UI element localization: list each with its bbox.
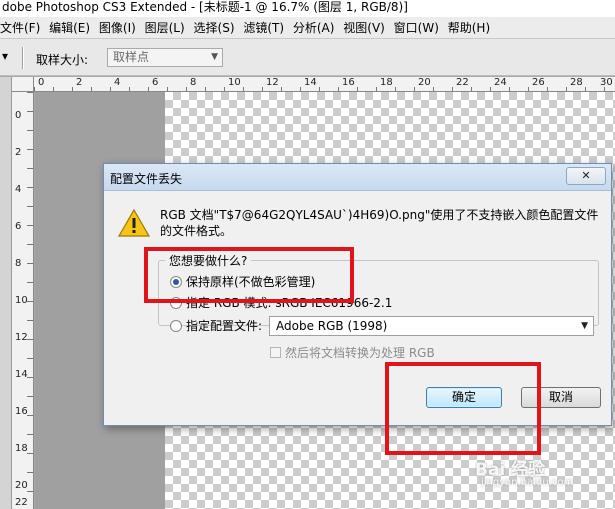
ruler-left-tick: 8 [15,258,22,269]
ruler-top-tick: 0 [38,77,45,88]
menu-edit[interactable]: 编辑(E) [47,17,93,38]
window-title: dobe Photoshop CS3 Extended - [未标题-1 @ 1… [0,0,615,17]
convert-checkbox[interactable]: 然后将文档转换为处理 RGB [270,344,435,361]
dialog-titlebar[interactable]: 配置文件丢失 ✕ [104,164,611,191]
ruler-left-tick: 0 [15,110,22,121]
radio-assign-profile[interactable]: 指定配置文件: [170,318,262,334]
profile-select[interactable]: Adobe RGB (1998) ▼ [269,316,594,336]
ruler-corner [12,77,34,92]
tools-panel[interactable] [0,77,12,509]
menu-help[interactable]: 帮助(H) [446,17,493,38]
ruler-left-tick: 10 [15,295,28,306]
highlight-box-ok-button [385,362,541,455]
tool-preset-picker[interactable]: ▾ [2,49,8,63]
dialog-message: RGB 文档"T$7@64G2QYL4SAU`)4H69)O.png"使用了不支… [160,208,599,238]
ruler-left-tick: 6 [15,221,22,232]
ruler-left[interactable]: 0 2 4 6 8 10 12 14 16 18 20 22 [12,92,34,509]
menu-bar: 文件(F) 编辑(E) 图像(I) 图层(L) 选择(S) 滤镜(T) 分析(A… [0,17,615,39]
chevron-down-icon: ▼ [581,321,588,331]
menu-analysis[interactable]: 分析(A) [291,17,338,38]
ruler-top-tick: 26 [532,77,545,88]
menu-filter[interactable]: 滤镜(T) [241,17,287,38]
ruler-left-tick: 16 [15,406,28,417]
menu-view[interactable]: 视图(V) [341,17,388,38]
convert-checkbox-label: 然后将文档转换为处理 RGB [285,346,435,360]
ruler-top-tick: 28 [570,77,583,88]
menu-layer[interactable]: 图层(L) [143,17,188,38]
warning-icon [118,208,150,237]
watermark: Bai 经验 jingyan.baidu.com [475,455,615,495]
chevron-down-icon: ▼ [211,52,218,62]
ruler-top-tick: 20 [418,77,431,88]
checkbox[interactable] [270,347,281,358]
ruler-top-tick: 12 [266,77,279,88]
watermark-url: jingyan.baidu.com [481,477,574,488]
dialog-title: 配置文件丢失 [110,172,183,186]
ruler-top-tick: 2 [76,77,83,88]
ruler-top-tick: 30 [600,77,613,88]
ruler-left-tick: 22 [15,497,28,508]
ruler-top-tick: 18 [380,77,393,88]
options-divider [22,47,24,69]
ruler-left-tick: 18 [15,443,28,454]
ruler-left-tick: 14 [15,369,28,380]
options-bar: ▾ 取样大小: 取样点 ▼ [0,39,615,76]
ruler-left-tick: 4 [15,184,22,195]
ruler-left-tick: 12 [15,332,28,343]
ruler-top-tick: 8 [190,77,197,88]
ruler-top-tick: 4 [114,77,121,88]
ruler-top-tick: 14 [304,77,317,88]
sample-size-value: 取样点 [113,50,150,64]
profile-select-value: Adobe RGB (1998) [276,319,388,333]
ruler-left-tick: 20 [15,480,28,491]
close-icon: ✕ [581,169,591,182]
ruler-top-tick: 10 [228,77,241,88]
menu-image[interactable]: 图像(I) [97,17,139,38]
ruler-top[interactable]: 0 2 4 6 8 10 12 14 16 18 20 22 24 26 28 … [34,77,615,92]
ruler-top-tick: 22 [456,77,469,88]
sample-size-select[interactable]: 取样点 ▼ [107,48,223,67]
menu-window[interactable]: 窗口(W) [392,17,442,38]
sample-size-label: 取样大小: [36,53,89,67]
menu-select[interactable]: 选择(S) [192,17,238,38]
radio-button[interactable] [170,320,182,332]
ruler-top-tick: 24 [494,77,507,88]
highlight-box-keep-option [144,247,354,303]
ruler-top-tick: 6 [152,77,159,88]
menu-file[interactable]: 文件(F) [0,17,43,38]
ruler-top-tick: 16 [342,77,355,88]
close-button[interactable]: ✕ [566,167,606,185]
radio-assign-profile-label: 指定配置文件: [186,319,263,333]
ruler-left-tick: 2 [15,147,22,158]
